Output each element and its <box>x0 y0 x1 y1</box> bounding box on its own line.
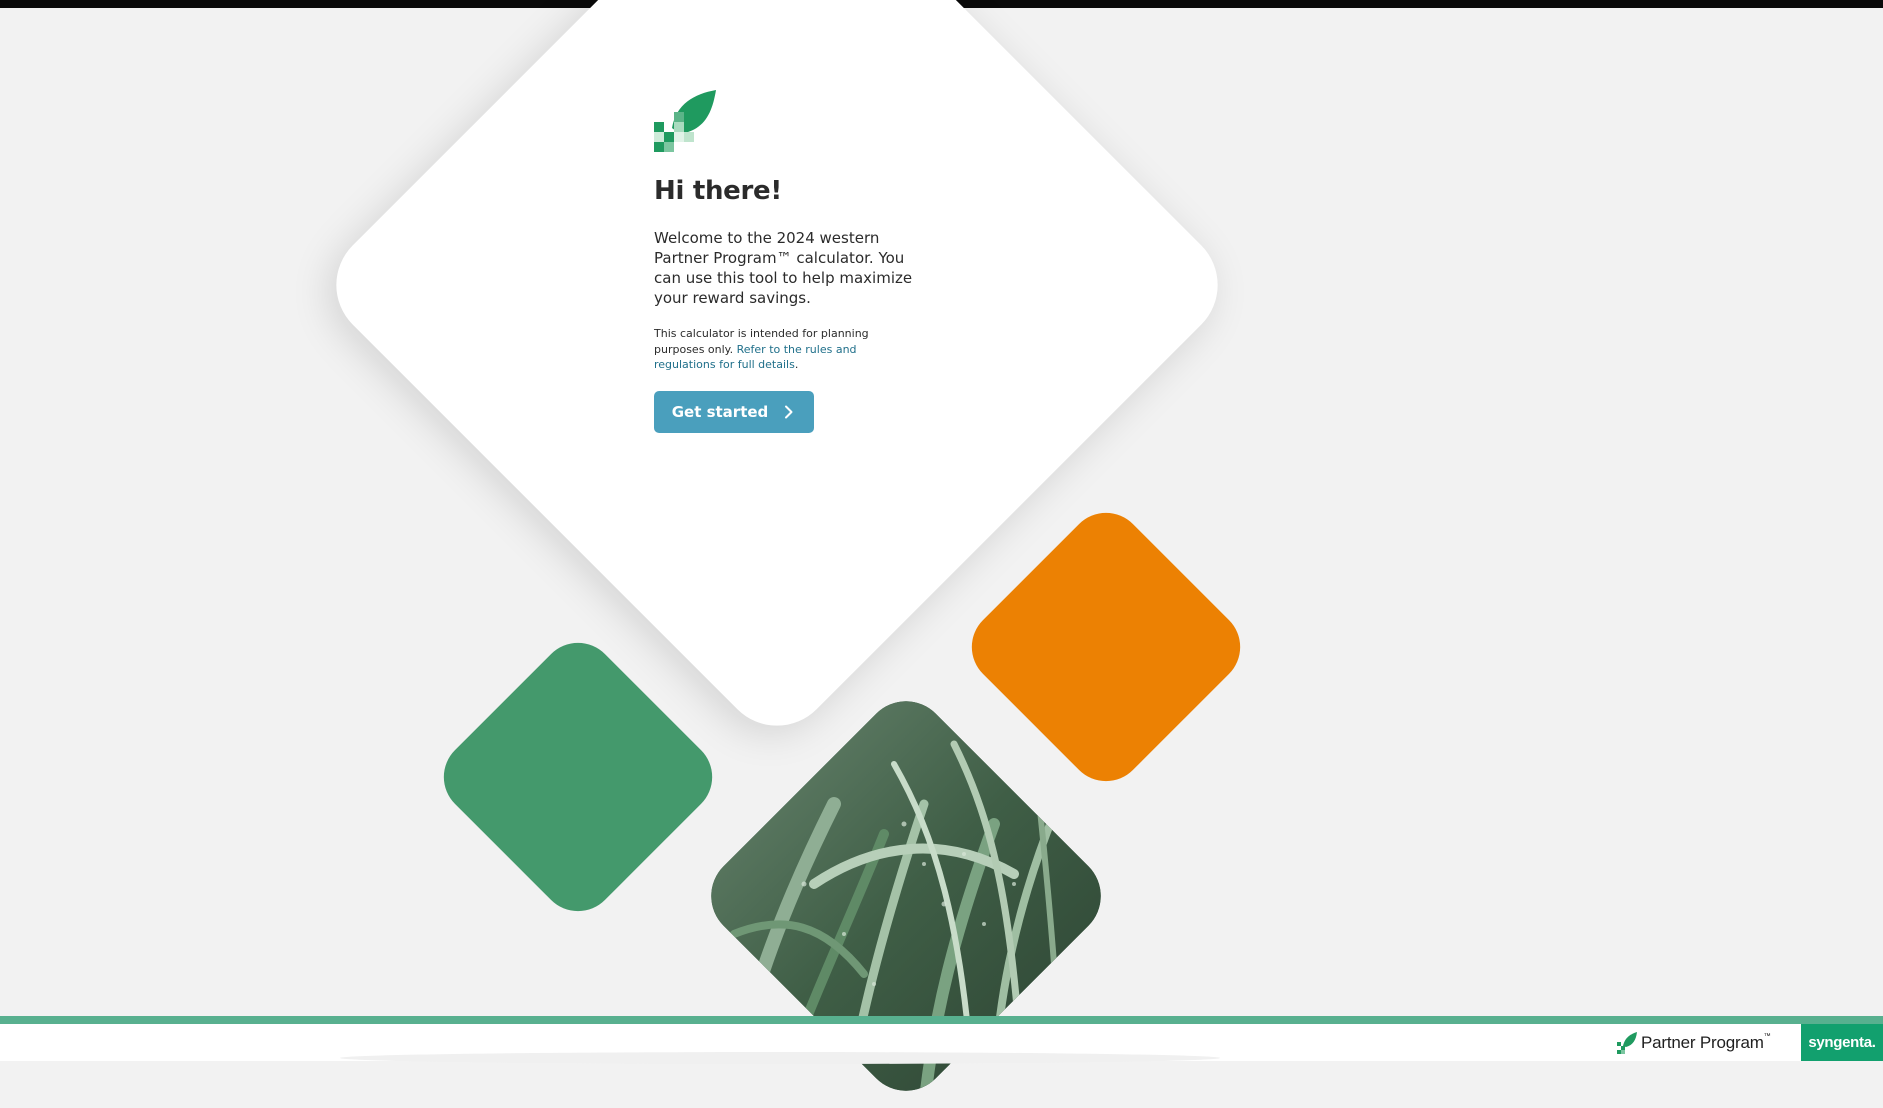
page-title: Hi there! <box>654 176 782 206</box>
chevron-right-icon <box>785 405 793 418</box>
syngenta-brand-label: syngenta. <box>1808 1034 1876 1051</box>
get-started-button[interactable]: Get started <box>654 390 814 433</box>
intro-text: Welcome to the 2024 western Partner Prog… <box>654 229 913 307</box>
disclaimer-text: This calculator is intended for planning… <box>654 326 914 373</box>
welcome-card: Hi there! Welcome to the 2024 western Pa… <box>654 90 914 433</box>
footer-shadow <box>340 1052 1220 1064</box>
footer-stripe <box>0 1016 1883 1024</box>
partner-program-mark-icon <box>1617 1032 1637 1054</box>
syngenta-brand: syngenta. <box>1801 1024 1883 1061</box>
program-mark: ™ <box>1763 1033 1771 1040</box>
get-started-label: Get started <box>671 402 769 421</box>
partner-program-logo: Partner Program™ <box>1617 1032 1771 1054</box>
disclaimer-suffix: . <box>794 358 799 371</box>
orange-diamond-decoration <box>956 497 1256 797</box>
program-name: Partner Program <box>1641 1033 1764 1052</box>
leaf-pixel-logo-icon <box>654 90 716 152</box>
green-diamond-decoration <box>428 627 728 927</box>
